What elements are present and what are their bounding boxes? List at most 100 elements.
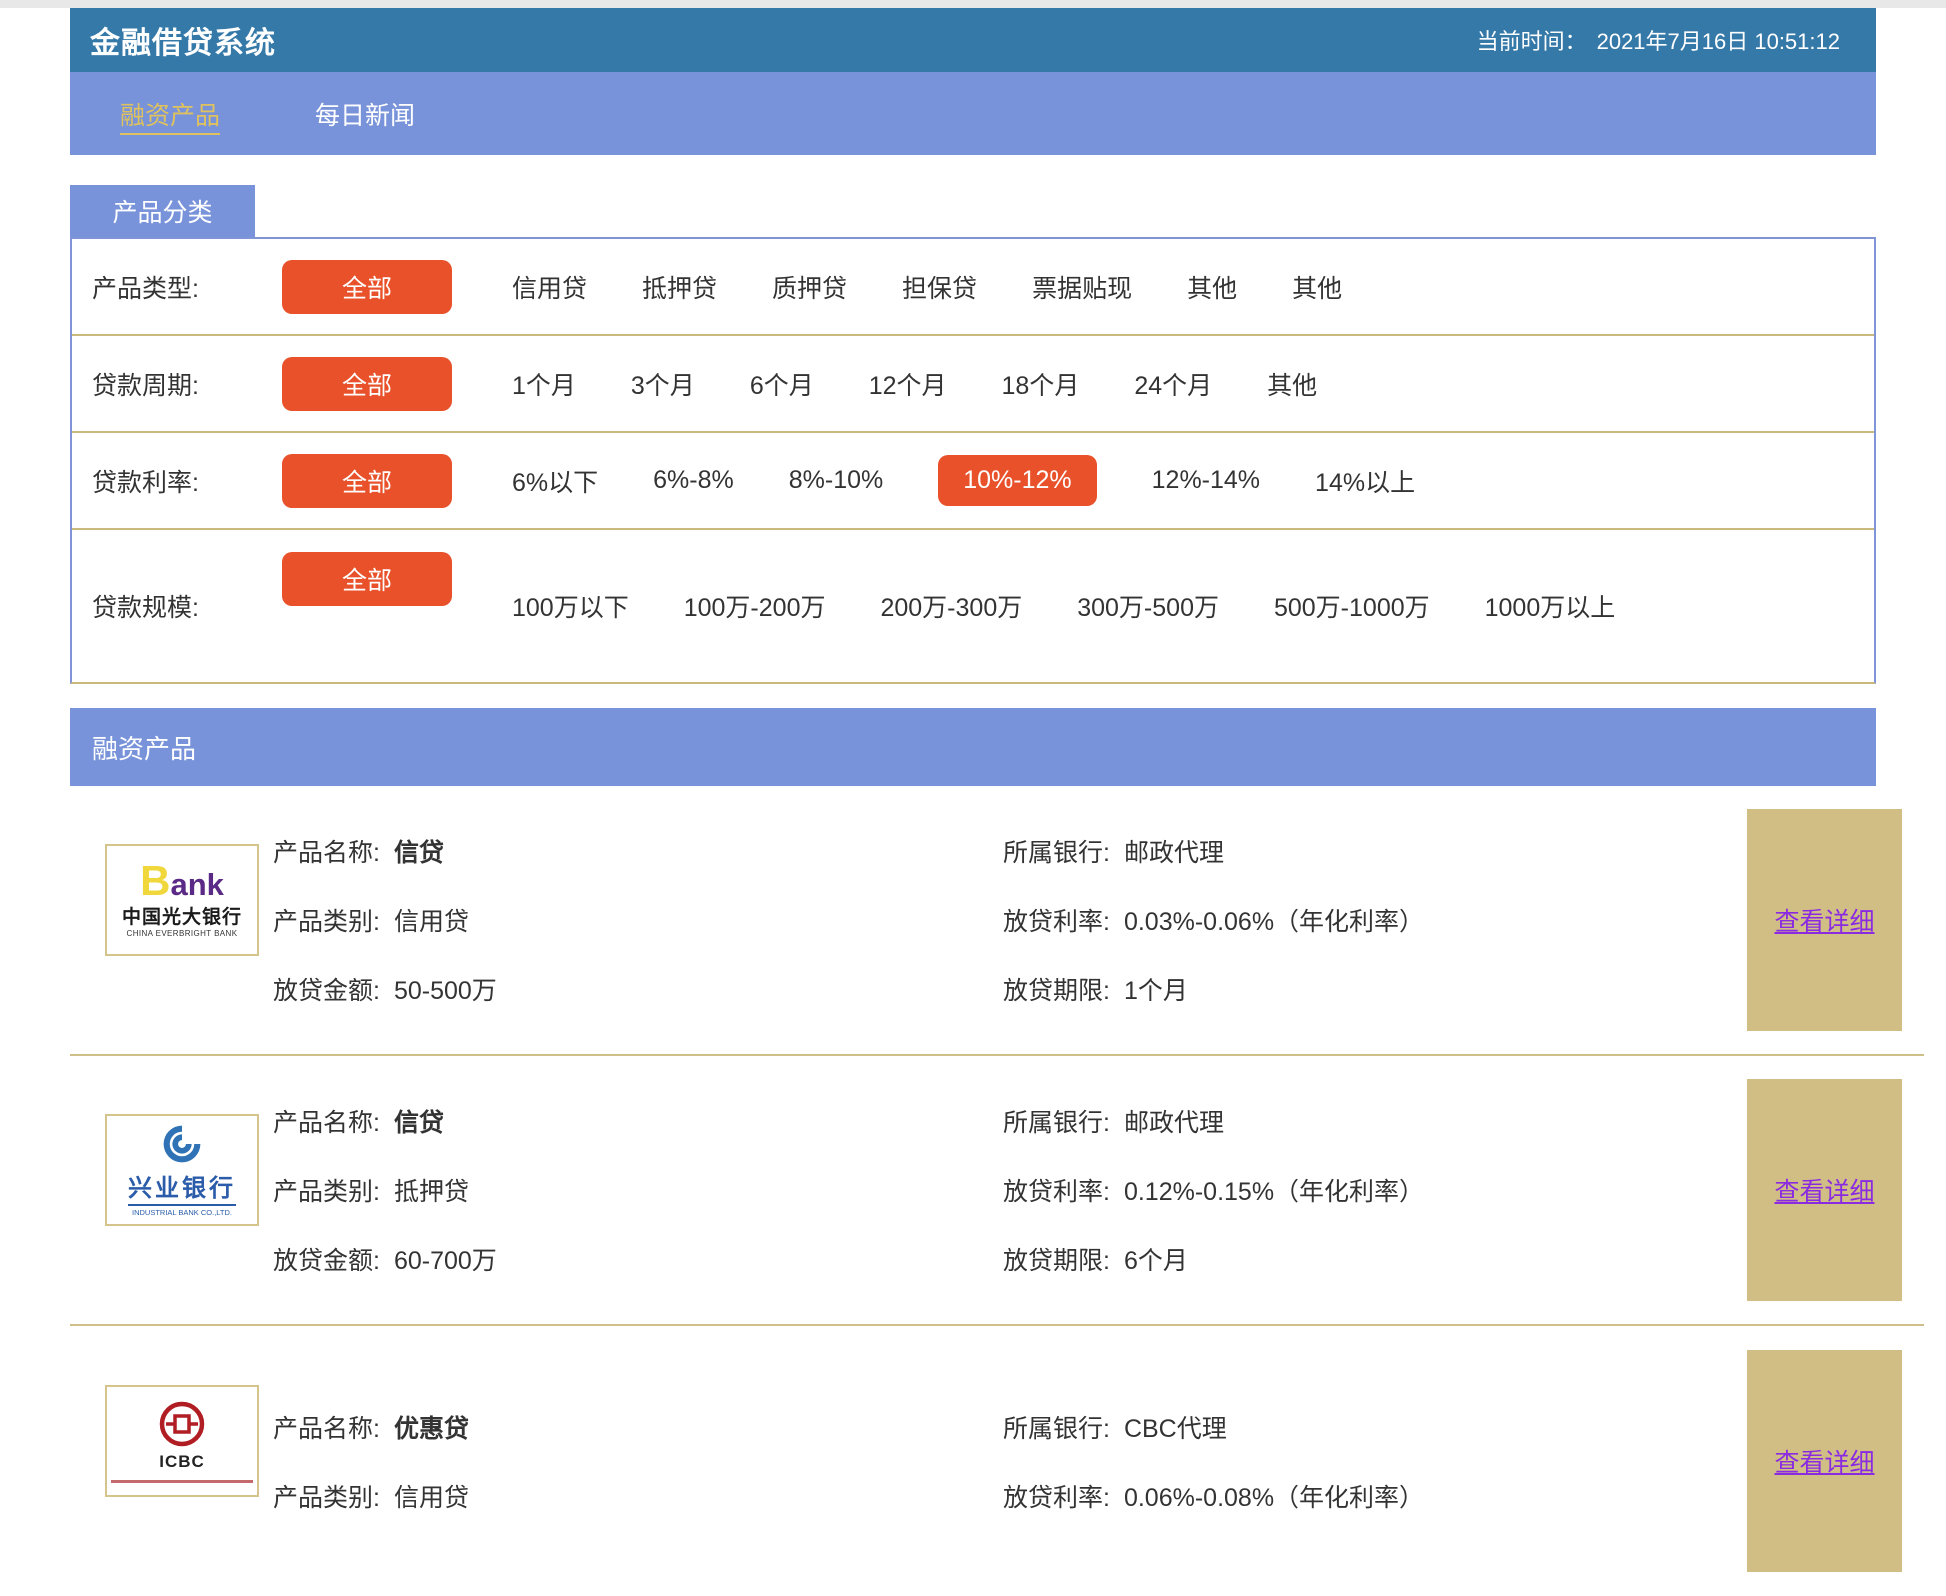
filter-option[interactable]: 200万-300万 [880, 588, 1022, 624]
view-detail-link[interactable]: 查看详细 [1774, 902, 1874, 938]
bank-value: 邮政代理 [1124, 1103, 1224, 1139]
term-label: 放贷期限: [1003, 1241, 1110, 1277]
product-card: ICBC 产品名称: 优惠贷 产品类别: 信用贷 所属银行: CBC代理 放贷利… [70, 1326, 1924, 1596]
filter-option[interactable]: 6%-8% [653, 466, 734, 495]
product-name-label: 产品名称: [273, 1409, 380, 1445]
filter-option[interactable]: 100万以下 [512, 588, 629, 624]
rate-label: 放贷利率: [1003, 902, 1110, 938]
bank-line: 所属银行: 邮政代理 [1003, 833, 1693, 869]
filter-label-loan-period: 贷款周期: [92, 366, 242, 402]
view-detail-button[interactable]: 查看详细 [1747, 1350, 1902, 1572]
product-name-value: 优惠贷 [394, 1409, 469, 1445]
industrial-en-name: INDUSTRIAL BANK CO.,LTD. [132, 1208, 232, 1217]
bank-line: 所属银行: 邮政代理 [1003, 1103, 1693, 1139]
product-fields-left: 产品名称: 信贷 产品类别: 抵押贷 放贷金额: 60-700万 [273, 1103, 1003, 1277]
bank-label: 所属银行: [1003, 833, 1110, 869]
product-name-label: 产品名称: [273, 833, 380, 869]
select-all-button[interactable]: 全部 [282, 357, 452, 411]
bank-line: 所属银行: CBC代理 [1003, 1409, 1693, 1445]
filter-option[interactable]: 12个月 [869, 366, 947, 402]
product-name-label: 产品名称: [273, 1103, 380, 1139]
filter-option[interactable]: 其他 [1187, 269, 1237, 305]
product-type-line: 产品类别: 信用贷 [273, 902, 1003, 938]
product-type-line: 产品类别: 信用贷 [273, 1478, 1003, 1514]
view-detail-button[interactable]: 查看详细 [1747, 1079, 1902, 1301]
everbright-b-glyph: B [140, 857, 170, 904]
product-type-label: 产品类别: [273, 1478, 380, 1514]
app-title: 金融借贷系统 [90, 18, 276, 62]
bank-value: 邮政代理 [1124, 833, 1224, 869]
main-nav: 融资产品 每日新闻 [70, 72, 1876, 155]
view-detail-link[interactable]: 查看详细 [1774, 1172, 1874, 1208]
icbc-underline [111, 1480, 253, 1483]
filter-row-loan-scale: 贷款规模: 全部 100万以下 100万-200万 200万-300万 300万-50… [72, 530, 1874, 682]
filter-option[interactable]: 500万-1000万 [1274, 588, 1430, 624]
product-category-tab: 产品分类 [70, 185, 255, 237]
filter-label-loan-rate: 贷款利率: [92, 463, 242, 499]
filter-option[interactable]: 信用贷 [512, 269, 587, 305]
nav-item-financing-products[interactable]: 融资产品 [120, 96, 220, 132]
select-all-button[interactable]: 全部 [282, 454, 452, 508]
nav-item-daily-news[interactable]: 每日新闻 [315, 96, 415, 132]
product-fields-left: 产品名称: 优惠贷 产品类别: 信用贷 [273, 1409, 1003, 1514]
filter-option[interactable]: 6%以下 [512, 463, 598, 499]
view-detail-link[interactable]: 查看详细 [1774, 1443, 1874, 1479]
product-name-line: 产品名称: 信贷 [273, 833, 1003, 869]
filter-option[interactable]: 1个月 [512, 366, 576, 402]
page-container: 金融借贷系统 当前时间： 2021年7月16日 10:51:12 融资产品 每日… [70, 8, 1876, 786]
rate-label: 放贷利率: [1003, 1172, 1110, 1208]
industrial-cn-name: 兴业银行 [128, 1168, 236, 1206]
everbright-bank-logo: Bank 中国光大银行 CHINA EVERBRIGHT BANK [105, 844, 259, 956]
filter-option[interactable]: 24个月 [1134, 366, 1212, 402]
rate-value: 0.03%-0.06%（年化利率） [1124, 902, 1424, 938]
filter-row-product-type: 产品类型: 全部 信用贷 抵押贷 质押贷 担保贷 票据贴现 其他 其他 [72, 239, 1874, 336]
filter-option[interactable]: 8%-10% [789, 466, 884, 495]
term-line: 放贷期限: 6个月 [1003, 1241, 1693, 1277]
term-value: 6个月 [1124, 1241, 1188, 1277]
filter-label-product-type: 产品类型: [92, 269, 242, 305]
filter-option[interactable]: 14%以上 [1315, 463, 1415, 499]
filter-option[interactable]: 3个月 [631, 366, 695, 402]
financing-products-header: 融资产品 [70, 708, 1876, 786]
icbc-bank-logo: ICBC [105, 1385, 259, 1497]
bank-label: 所属银行: [1003, 1103, 1110, 1139]
filter-option[interactable]: 6个月 [750, 366, 814, 402]
industrial-bank-swirl-icon [161, 1123, 203, 1165]
filter-option[interactable]: 其他 [1292, 269, 1342, 305]
current-time: 当前时间： 2021年7月16日 10:51:12 [1477, 24, 1840, 56]
loan-amount-line: 放贷金额: 60-700万 [273, 1241, 1003, 1277]
product-type-line: 产品类别: 抵押贷 [273, 1172, 1003, 1208]
filter-option[interactable]: 票据贴现 [1032, 269, 1132, 305]
filter-option[interactable]: 抵押贷 [642, 269, 717, 305]
filter-option[interactable]: 100万-200万 [684, 588, 826, 624]
product-card: 兴业银行 INDUSTRIAL BANK CO.,LTD. 产品名称: 信贷 产… [70, 1056, 1924, 1326]
filter-option[interactable]: 300万-500万 [1077, 588, 1219, 624]
everbright-ank-glyph: ank [170, 867, 223, 902]
everbright-en-name: CHINA EVERBRIGHT BANK [127, 929, 238, 938]
rate-line: 放贷利率: 0.12%-0.15%（年化利率） [1003, 1172, 1693, 1208]
select-all-button[interactable]: 全部 [282, 552, 452, 606]
filter-option[interactable]: 12%-14% [1152, 466, 1260, 495]
filter-option[interactable]: 1000万以上 [1485, 588, 1616, 624]
filter-label-loan-scale: 贷款规模: [92, 588, 242, 624]
filter-panel: 产品类型: 全部 信用贷抵押贷质押贷担保贷票据贴现其他其他 贷款周期: 全部 1… [70, 237, 1876, 684]
rate-value: 0.06%-0.08%（年化利率） [1124, 1478, 1424, 1514]
filter-option[interactable]: 质押贷 [772, 269, 847, 305]
product-type-label: 产品类别: [273, 1172, 380, 1208]
filter-row-loan-rate: 贷款利率: 全部 6%以下 6%-8% 8%-10% 10%-12% 12%-14% 14… [72, 433, 1874, 530]
select-all-button[interactable]: 全部 [282, 260, 452, 314]
filter-option[interactable]: 10%-12% [938, 455, 1096, 506]
product-type-value: 信用贷 [394, 902, 469, 938]
rate-value: 0.12%-0.15%（年化利率） [1124, 1172, 1424, 1208]
filter-options-loan-scale: 100万以下 100万-200万 200万-300万 300万-500万 500万-10… [512, 578, 1842, 634]
loan-amount-value: 50-500万 [394, 971, 497, 1007]
current-time-label: 当前时间： [1477, 24, 1587, 56]
term-line: 放贷期限: 1个月 [1003, 971, 1693, 1007]
loan-amount-line: 放贷金额: 50-500万 [273, 971, 1003, 1007]
view-detail-button[interactable]: 查看详细 [1747, 809, 1902, 1031]
filter-option[interactable]: 其他 [1267, 366, 1317, 402]
industrial-bank-logo: 兴业银行 INDUSTRIAL BANK CO.,LTD. [105, 1114, 259, 1226]
filter-option[interactable]: 担保贷 [902, 269, 977, 305]
filter-option[interactable]: 18个月 [1002, 366, 1080, 402]
bank-value: CBC代理 [1124, 1409, 1227, 1445]
